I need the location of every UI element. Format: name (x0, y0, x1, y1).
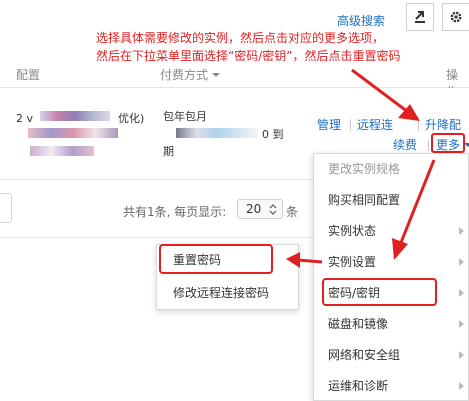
manage-link[interactable]: 管理 (317, 116, 341, 133)
export-icon (415, 11, 425, 23)
menu-item-password-key[interactable]: 密码/密钥 (314, 278, 469, 309)
column-header-config: 配置 (16, 68, 41, 82)
chevron-right-icon (459, 289, 464, 297)
menu-item-disk-image[interactable]: 磁盘和镜像 (314, 309, 469, 340)
menu-item-label: 实例设置 (328, 255, 377, 269)
chevron-right-icon (459, 351, 464, 359)
pay-end: 期 (163, 145, 174, 158)
divider (428, 139, 429, 151)
chevron-right-icon (459, 227, 464, 235)
left-panel-edge (0, 193, 12, 223)
config-prefix: 2 v (16, 112, 34, 125)
chevron-right-icon (459, 320, 464, 328)
column-header-pay-label: 付费方式 (160, 68, 209, 82)
redacted-block (28, 128, 118, 138)
divider (418, 119, 419, 131)
advanced-search-link[interactable]: 高级搜索 (337, 12, 385, 29)
submenu-item-label: 重置密码 (173, 253, 222, 267)
menu-item-change-spec: 更改实例规格 (314, 154, 469, 185)
pay-until: 0 到 (262, 128, 284, 141)
menu-item-label: 密码/密钥 (328, 286, 381, 300)
menu-item-label: 磁盘和镜像 (328, 317, 389, 331)
instruction-line-2: 然后在下拉菜单里面选择“密码/密钥”，然后点击重置密码 (96, 49, 401, 63)
chevron-right-icon (459, 258, 464, 266)
pager-unit: 条 (286, 205, 299, 219)
updown-icon (269, 204, 277, 215)
page-size-select[interactable]: 20 (237, 199, 283, 219)
instruction-annotation: 选择具体需要修改的实例，然后点击对应的更多选项， 然后在下拉菜单里面选择“密码/… (96, 29, 400, 65)
upgrade-link[interactable]: 升降配 (425, 116, 461, 133)
menu-item-buy-same[interactable]: 购买相同配置 (314, 185, 469, 216)
menu-item-label: 网络和安全组 (328, 348, 401, 362)
redacted-block (40, 111, 110, 121)
chevron-down-icon (212, 73, 221, 77)
pay-type: 包年包月 (163, 110, 207, 123)
password-submenu: 重置密码 修改远程连接密码 (156, 244, 299, 310)
submenu-item-modify-remote-password[interactable]: 修改远程连接密码 (157, 278, 300, 309)
divider (350, 119, 351, 131)
menu-item-label: 运维和诊断 (328, 379, 389, 393)
gear-icon (450, 11, 462, 23)
menu-item-label: 购买相同配置 (328, 193, 401, 207)
submenu-item-reset-password[interactable]: 重置密码 (157, 245, 300, 276)
redacted-block (30, 146, 94, 156)
export-button[interactable] (406, 3, 434, 31)
chevron-right-icon (459, 382, 464, 390)
menu-item-instance-status[interactable]: 实例状态 (314, 216, 469, 247)
renew-link[interactable]: 续费 (393, 136, 417, 153)
more-dropdown-menu: 更改实例规格 购买相同配置 实例状态 实例设置 密码/密钥 磁盘和镜像 网络和安… (313, 153, 469, 401)
instruction-line-1: 选择具体需要修改的实例，然后点击对应的更多选项， (96, 31, 385, 45)
pager-summary: 共有1条, 每页显示: (123, 205, 227, 219)
config-suffix: 优化) (118, 112, 145, 125)
menu-item-instance-settings[interactable]: 实例设置 (314, 247, 469, 278)
menu-item-network-security[interactable]: 网络和安全组 (314, 340, 469, 371)
menu-item-ops-diagnosis[interactable]: 运维和诊断 (314, 371, 469, 401)
page-size-value: 20 (246, 202, 262, 216)
menu-item-label: 更改实例规格 (328, 162, 401, 176)
redacted-block (176, 128, 258, 138)
menu-item-label: 实例状态 (328, 224, 377, 238)
column-header-pay[interactable]: 付费方式 (160, 66, 221, 83)
highlight-more (431, 133, 465, 153)
settings-button[interactable] (442, 3, 469, 31)
submenu-item-label: 修改远程连接密码 (173, 286, 270, 300)
remote-connect-link[interactable]: 远程连 (357, 116, 393, 133)
